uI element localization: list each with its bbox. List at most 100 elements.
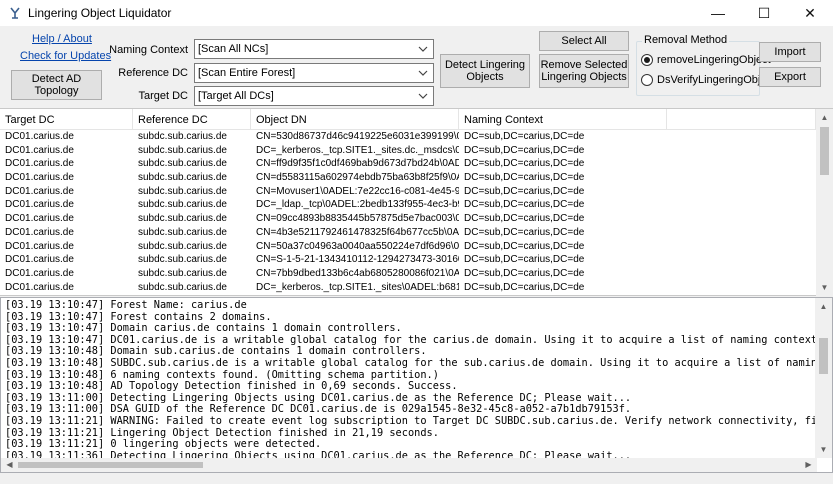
scroll-up-icon[interactable]: ▲ (815, 298, 832, 315)
table-cell: DC01.carius.de (5, 254, 74, 266)
table-cell-empty (667, 281, 816, 295)
detect-ad-topology-button[interactable]: Detect AD Topology (11, 70, 102, 100)
table-row[interactable]: DC01.carius.de subdc.sub.carius.de CN=ff9d… (0, 157, 816, 171)
table-cell: DC01.carius.de (5, 185, 74, 197)
table-row[interactable]: DC01.carius.de subdc.sub.carius.de CN=4b3e… (0, 226, 816, 240)
table-cell: DC=sub,DC=carius,DC=de (464, 199, 585, 211)
table-cell: DC01.carius.de (5, 226, 74, 238)
scrollbar-thumb[interactable] (820, 127, 829, 175)
log-lines: [03.19 13:10:47] Forest Name: carius.de [… (5, 300, 817, 458)
scroll-left-icon[interactable]: ◀ (1, 456, 18, 473)
table-cell: DC=sub,DC=carius,DC=de (464, 172, 585, 184)
results-grid: Target DC Reference DC Object DN Naming … (0, 108, 833, 296)
naming-context-select[interactable]: [Scan All NCs] (194, 39, 434, 59)
table-row[interactable]: DC01.carius.de subdc.sub.carius.de DC=_ker… (0, 281, 816, 295)
import-button[interactable]: Import (759, 42, 821, 62)
table-cell: subdc.sub.carius.de (138, 131, 227, 142)
table-row[interactable]: DC01.carius.de subdc.sub.carius.de CN=50a3… (0, 240, 816, 254)
table-cell-empty (667, 130, 816, 144)
detect-lingering-objects-button[interactable]: Detect Lingering Objects (440, 54, 530, 88)
log-line: [03.19 13:11:36] Detecting Lingering Obj… (5, 449, 632, 458)
table-cell: DC=sub,DC=carius,DC=de (464, 267, 585, 279)
scrollbar-thumb[interactable] (18, 462, 203, 468)
table-cell-empty (667, 198, 816, 212)
table-cell: subdc.sub.carius.de (138, 213, 227, 225)
table-cell: DC=sub,DC=carius,DC=de (464, 226, 585, 238)
window-title: Lingering Object Liquidator (28, 6, 172, 20)
scroll-up-icon[interactable]: ▲ (816, 109, 833, 126)
close-button[interactable]: ✕ (787, 0, 833, 26)
table-cell: CN=4b3e5211792461478325f64b677cc5b\0A... (256, 226, 459, 238)
column-header-object-dn[interactable]: Object DN (251, 109, 459, 130)
scroll-down-icon[interactable]: ▼ (815, 441, 832, 458)
table-cell-empty (667, 226, 816, 240)
table-cell-empty (667, 240, 816, 254)
table-row[interactable]: DC01.carius.de subdc.sub.carius.de CN=Movu… (0, 185, 816, 199)
table-cell: subdc.sub.carius.de (138, 199, 227, 211)
table-cell: CN=S-1-5-21-1343410112-1294273473-301609… (256, 254, 459, 266)
grid-vertical-scrollbar[interactable]: ▲ ▼ (816, 109, 833, 296)
table-cell: DC=_kerberos._tcp.SITE1._sites.dc._msdcs… (256, 144, 459, 156)
table-row[interactable]: DC01.carius.de subdc.sub.carius.de CN=530d… (0, 130, 816, 144)
table-cell: subdc.sub.carius.de (138, 185, 227, 197)
table-cell: subdc.sub.carius.de (138, 267, 227, 279)
table-cell-empty (667, 267, 816, 281)
table-cell: DC=sub,DC=carius,DC=de (464, 158, 585, 170)
export-button[interactable]: Export (759, 67, 821, 87)
check-updates-link[interactable]: Check for Updates (20, 50, 111, 62)
table-cell: subdc.sub.carius.de (138, 240, 227, 252)
status-bar (0, 473, 833, 484)
log-line: [03.19 13:10:47] Forest Name: carius.de (5, 300, 247, 311)
table-cell: CN=09cc4893b8835445b57875d5e7bac003\0A..… (256, 213, 459, 225)
column-header-empty[interactable] (667, 109, 816, 130)
chevron-down-icon (418, 93, 428, 99)
column-header-target-dc[interactable]: Target DC (0, 109, 133, 130)
scrollbar-thumb[interactable] (819, 338, 828, 374)
table-cell-empty (667, 157, 816, 171)
table-cell: subdc.sub.carius.de (138, 254, 227, 266)
table-row[interactable]: DC01.carius.de subdc.sub.carius.de CN=S-1-… (0, 253, 816, 267)
reference-dc-value: [Scan Entire Forest] (198, 67, 296, 79)
table-cell: DC=sub,DC=carius,DC=de (464, 131, 585, 142)
log-line: [03.19 13:10:48] SUBDC.sub.carius.de is … (5, 356, 817, 369)
column-header-reference-dc[interactable]: Reference DC (133, 109, 251, 130)
grid-body: DC01.carius.de subdc.sub.carius.de CN=530d… (0, 130, 816, 296)
table-cell: DC=sub,DC=carius,DC=de (464, 144, 585, 156)
scroll-right-icon[interactable]: ▶ (800, 456, 817, 473)
column-header-naming-context[interactable]: Naming Context (459, 109, 667, 130)
table-row[interactable]: DC01.carius.de subdc.sub.carius.de CN=7bb9… (0, 267, 816, 281)
minimize-button[interactable]: — (695, 0, 741, 26)
table-cell-empty (667, 171, 816, 185)
table-cell: DC01.carius.de (5, 131, 74, 142)
table-row[interactable]: DC01.carius.de subdc.sub.carius.de CN=d558… (0, 171, 816, 185)
table-row[interactable]: DC01.carius.de subdc.sub.carius.de DC=_lda… (0, 198, 816, 212)
target-dc-value: [Target All DCs] (198, 90, 274, 102)
log-horizontal-scrollbar[interactable]: ◀ ▶ (1, 458, 817, 472)
table-cell: DC=_ldap._tcp\0ADEL:2bedb133f955-4ec3-b9… (256, 199, 459, 211)
select-all-button[interactable]: Select All (539, 31, 629, 51)
radio-selected-icon (641, 54, 653, 66)
radio-unselected-icon (641, 74, 653, 86)
target-dc-select[interactable]: [Target All DCs] (194, 86, 434, 106)
table-cell: subdc.sub.carius.de (138, 158, 227, 170)
help-about-link[interactable]: Help / About (32, 33, 92, 45)
table-row[interactable]: DC01.carius.de subdc.sub.carius.de DC=_ker… (0, 144, 816, 158)
table-cell: CN=50a37c04963a0040aa550224e7df6d96\0A..… (256, 240, 459, 252)
maximize-button[interactable]: ☐ (741, 0, 787, 26)
radio-remove-lingering-object[interactable]: removeLingeringObject (641, 54, 771, 66)
table-cell: CN=Movuser1\0ADEL:7e22cc16-c081-4e45-917… (256, 185, 459, 197)
log-line: [03.19 13:11:21] 0 lingering objects wer… (5, 438, 322, 451)
log-output[interactable]: [03.19 13:10:47] Forest Name: carius.de [… (0, 297, 833, 473)
table-cell: DC=_kerberos._tcp.SITE1._sites\0ADEL:b68… (256, 281, 459, 293)
reference-dc-select[interactable]: [Scan Entire Forest] (194, 63, 434, 83)
table-cell: DC01.carius.de (5, 281, 74, 293)
reference-dc-label: Reference DC (118, 67, 188, 79)
table-cell: DC=sub,DC=carius,DC=de (464, 185, 585, 197)
log-line: [03.19 13:11:21] WARNING: Failed to crea… (5, 414, 817, 427)
scroll-down-icon[interactable]: ▼ (816, 279, 833, 296)
naming-context-value: [Scan All NCs] (198, 43, 269, 55)
log-vertical-scrollbar[interactable]: ▲ ▼ (815, 298, 832, 458)
naming-context-label: Naming Context (109, 44, 188, 56)
remove-selected-button[interactable]: Remove Selected Lingering Objects (539, 54, 629, 88)
table-row[interactable]: DC01.carius.de subdc.sub.carius.de CN=09cc… (0, 212, 816, 226)
